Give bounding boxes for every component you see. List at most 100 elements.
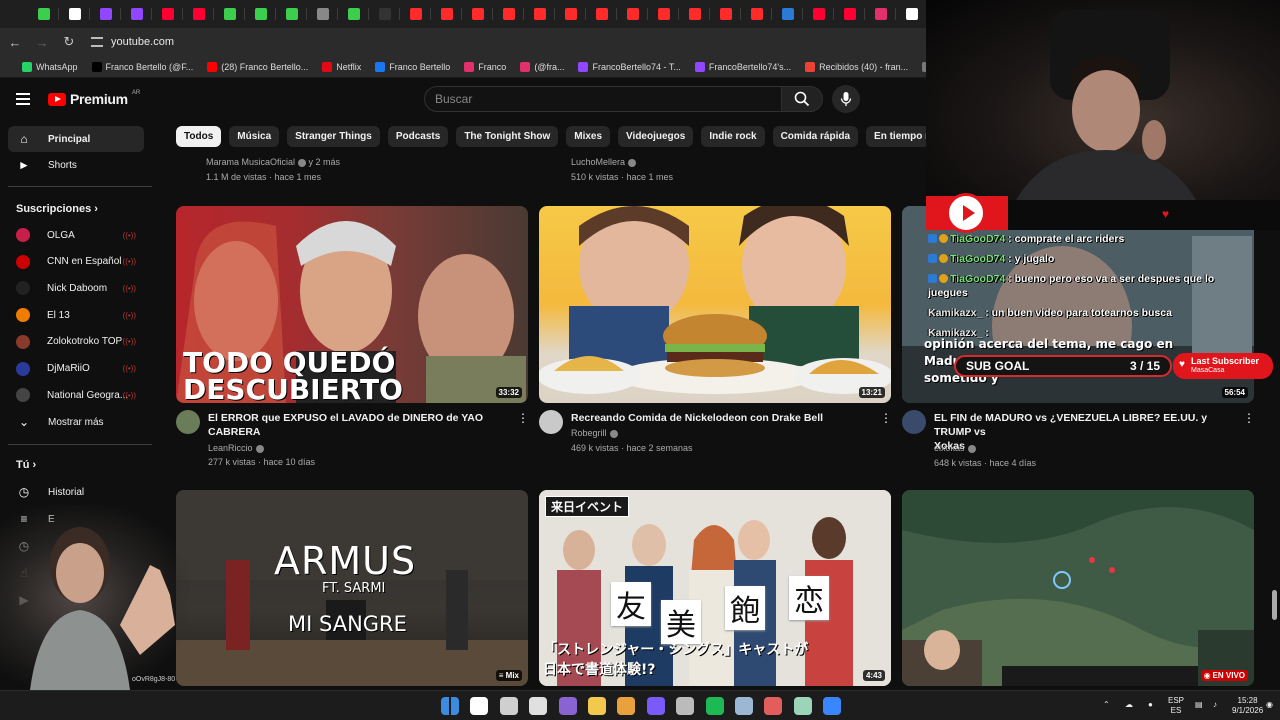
voice-search-button[interactable] xyxy=(832,85,860,113)
browser-tab[interactable] xyxy=(214,0,245,28)
browser-tab[interactable] xyxy=(772,0,803,28)
video-thumbnail[interactable]: 来日イベント 友美飽恋 「ストレンジャー・シングス」キャストが 日本で書道体験!… xyxy=(539,490,891,686)
video-channel[interactable]: LuchoMellera xyxy=(571,157,637,167)
bookmark-item[interactable]: FrancoBertello74's... xyxy=(694,61,791,72)
browser-tab[interactable] xyxy=(524,0,555,28)
taskbar-app-icon[interactable] xyxy=(793,697,812,715)
browser-tab[interactable] xyxy=(865,0,896,28)
language-indicator[interactable]: ESP ES xyxy=(1168,696,1184,716)
search-button[interactable] xyxy=(781,86,823,112)
chip[interactable]: Música xyxy=(229,126,280,147)
bookmark-item[interactable]: (28) Franco Bertello... xyxy=(207,61,308,72)
taskbar-app-icon[interactable] xyxy=(470,697,489,715)
bookmark-item[interactable]: Recibidos (40) - fran... xyxy=(805,61,908,72)
bookmark-item[interactable]: WhatsApp xyxy=(22,61,78,72)
video-channel[interactable]: LeanRiccio xyxy=(208,443,264,453)
taskbar-app-icon[interactable] xyxy=(823,697,842,715)
subscription-item[interactable]: National Geogra... ((•)) xyxy=(8,382,144,408)
browser-tab[interactable] xyxy=(679,0,710,28)
taskbar-app-icon[interactable] xyxy=(676,697,695,715)
subscription-item[interactable]: DjMaRiiO ((•)) xyxy=(8,356,144,382)
more-options-icon[interactable]: ⋮ xyxy=(517,411,529,425)
site-info-icon[interactable] xyxy=(91,37,103,47)
browser-tab[interactable] xyxy=(307,0,338,28)
chip[interactable]: Videojuegos xyxy=(618,126,694,147)
subscription-item[interactable]: OLGA ((•)) xyxy=(8,222,144,248)
subscription-item[interactable]: Nick Daboom ((•)) xyxy=(8,275,144,301)
browser-tab[interactable] xyxy=(462,0,493,28)
browser-tab[interactable] xyxy=(152,0,183,28)
video-title[interactable]: EL FIN de MADURO vs ¿VENEZUELA LIBRE? EE… xyxy=(934,411,1239,453)
browser-tab[interactable] xyxy=(493,0,524,28)
browser-tab[interactable] xyxy=(803,0,834,28)
taskbar-app-icon[interactable] xyxy=(617,697,636,715)
chip[interactable]: En tiempo real xyxy=(866,126,930,147)
taskbar-app-icon[interactable] xyxy=(588,697,606,715)
search-input[interactable]: Buscar xyxy=(424,86,782,112)
video-title[interactable]: El ERROR que EXPUSO el LAVADO de DINERO … xyxy=(208,411,508,439)
bookmark-item[interactable]: Franco xyxy=(464,61,506,72)
taskbar-app-icon[interactable] xyxy=(499,697,518,715)
channel-avatar[interactable] xyxy=(902,410,926,434)
chip[interactable]: Indie rock xyxy=(701,126,765,147)
notifications-icon[interactable]: ◉ xyxy=(1266,700,1273,710)
taskbar-app-icon[interactable] xyxy=(441,697,459,715)
browser-tab[interactable] xyxy=(431,0,462,28)
browser-tab[interactable] xyxy=(245,0,276,28)
forward-button[interactable]: → xyxy=(30,30,54,54)
browser-tab[interactable] xyxy=(28,0,59,28)
taskbar-app-icon[interactable] xyxy=(764,697,783,715)
microphone-icon[interactable]: ● xyxy=(1148,700,1153,710)
taskbar-app-icon[interactable] xyxy=(529,697,548,715)
you-heading[interactable]: Tú › xyxy=(16,459,36,471)
volume-icon[interactable]: ♪ xyxy=(1213,700,1217,710)
browser-tab[interactable] xyxy=(648,0,679,28)
browser-tab[interactable] xyxy=(586,0,617,28)
browser-tab[interactable] xyxy=(276,0,307,28)
video-title[interactable]: Recreando Comida de Nickelodeon con Drak… xyxy=(571,411,871,425)
browser-tab[interactable] xyxy=(90,0,121,28)
chip[interactable]: Podcasts xyxy=(387,126,449,147)
browser-tab[interactable] xyxy=(338,0,369,28)
network-icon[interactable]: ▤ xyxy=(1195,700,1203,710)
browser-tab[interactable] xyxy=(369,0,400,28)
address-bar[interactable]: youtube.com xyxy=(91,36,174,48)
show-more-button[interactable]: ⌄ Mostrar más xyxy=(8,409,144,435)
bookmark-item[interactable]: Franco Bertello (@F... xyxy=(91,61,193,72)
clock[interactable]: 15:28 9/1/2026 xyxy=(1232,696,1263,716)
video-thumbnail[interactable]: TODO QUEDÓ DESCUBIERTO 33:32 xyxy=(176,206,528,403)
subscription-item[interactable]: Zolokotroko TOP ((•)) xyxy=(8,329,144,355)
taskbar-app-icon[interactable] xyxy=(735,697,753,715)
subscription-item[interactable]: CNN en Español ((•)) xyxy=(8,249,144,275)
taskbar-app-icon[interactable] xyxy=(646,697,665,715)
bookmark-item[interactable]: FrancoBertello74 - T... xyxy=(578,61,681,72)
scrollbar-thumb[interactable] xyxy=(1272,590,1277,620)
sidebar-item-shorts[interactable]: ► Shorts xyxy=(8,152,144,178)
video-thumbnail[interactable]: 13:21 xyxy=(539,206,891,403)
subscriptions-heading[interactable]: Suscripciones › xyxy=(16,203,98,215)
reload-button[interactable]: ↻ xyxy=(57,30,81,54)
video-channel[interactable]: Robegrill xyxy=(571,428,618,438)
tray-chevron-icon[interactable]: ⌃ xyxy=(1103,700,1110,710)
back-button[interactable]: ← xyxy=(3,30,27,54)
channel-avatar[interactable] xyxy=(539,410,563,434)
browser-tab[interactable] xyxy=(555,0,586,28)
browser-tab[interactable] xyxy=(896,0,927,28)
more-options-icon[interactable]: ⋮ xyxy=(1243,411,1255,425)
browser-tab[interactable] xyxy=(183,0,214,28)
chip[interactable]: Mixes xyxy=(566,126,611,147)
bookmark-item[interactable]: Franco Bertello xyxy=(375,61,450,72)
video-thumbnail[interactable]: ARMUS FT. SARMI MI SANGRE ≡ Mix xyxy=(176,490,528,686)
bookmark-item[interactable]: (@fra... xyxy=(520,61,564,72)
browser-tab[interactable] xyxy=(710,0,741,28)
youtube-logo[interactable]: Premium AR xyxy=(48,90,140,107)
menu-icon[interactable] xyxy=(16,93,30,105)
video-channel[interactable]: Marama MusicaOficial y 2 más xyxy=(206,157,340,167)
browser-tab[interactable] xyxy=(617,0,648,28)
more-options-icon[interactable]: ⋮ xyxy=(880,411,892,425)
browser-tab[interactable] xyxy=(741,0,772,28)
browser-tab[interactable] xyxy=(59,0,90,28)
cloud-icon[interactable]: ☁ xyxy=(1125,700,1133,710)
subscription-item[interactable]: El 13 ((•)) xyxy=(8,302,144,328)
video-channel[interactable]: elxokas xyxy=(934,443,976,453)
